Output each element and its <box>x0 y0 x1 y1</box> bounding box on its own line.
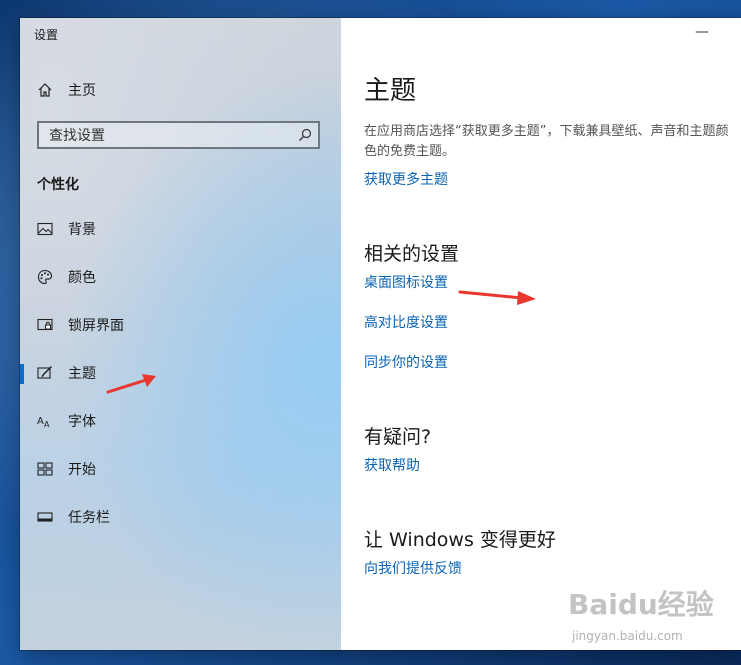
search-input[interactable]: 查找设置 <box>37 121 320 149</box>
give-feedback-link[interactable]: 向我们提供反馈 <box>364 558 462 578</box>
palette-icon <box>36 268 54 286</box>
sidebar-item-home[interactable]: 主页 <box>20 76 341 104</box>
sidebar-item-label: 背景 <box>68 222 96 238</box>
sidebar-item-taskbar[interactable]: 任务栏 <box>20 500 341 534</box>
main-content: — 主题 在应用商店选择“获取更多主题”，下载兼具壁纸、声音和主题颜色的免费主题… <box>341 18 741 650</box>
sidebar: 设置 主页 查找设置 个性化 背景 颜色 锁屏界面 主题 A A 字体 开始 任… <box>20 18 341 650</box>
sidebar-item-lock-screen[interactable]: 锁屏界面 <box>20 308 341 342</box>
sidebar-item-fonts[interactable]: AA 字体 <box>20 404 341 438</box>
start-tiles-icon <box>36 460 54 478</box>
sidebar-item-label: 字体 <box>68 414 96 430</box>
picture-icon <box>36 220 54 238</box>
high-contrast-settings-link[interactable]: 高对比度设置 <box>364 312 448 332</box>
watermark-brand: Baidu经验 <box>568 588 714 621</box>
sidebar-item-themes[interactable]: 主题 <box>20 356 341 390</box>
get-more-themes-link[interactable]: 获取更多主题 <box>364 169 448 189</box>
sidebar-item-label: 主题 <box>68 366 96 382</box>
section-title: 个性化 <box>37 177 79 193</box>
search-icon[interactable] <box>292 123 318 147</box>
sidebar-item-label: 开始 <box>68 462 96 478</box>
annotation-arrow-theme <box>106 374 156 394</box>
sidebar-item-label: 锁屏界面 <box>68 318 124 334</box>
get-help-link[interactable]: 获取帮助 <box>364 455 420 475</box>
help-heading: 有疑问? <box>364 426 432 448</box>
search-placeholder: 查找设置 <box>49 128 105 144</box>
sidebar-item-label: 颜色 <box>68 270 96 286</box>
baidu-watermark: Baidu经验 jingyan.baidu.com <box>548 583 738 655</box>
lock-screen-icon <box>36 316 54 334</box>
sidebar-item-background[interactable]: 背景 <box>20 212 341 246</box>
taskbar-icon <box>36 508 54 526</box>
sidebar-item-label: 主页 <box>68 83 96 99</box>
svg-text:A: A <box>37 416 44 427</box>
svg-text:A: A <box>44 420 50 428</box>
font-icon: AA <box>36 412 54 430</box>
related-settings-heading: 相关的设置 <box>364 243 460 265</box>
watermark-url: jingyan.baidu.com <box>572 629 683 643</box>
sidebar-item-start[interactable]: 开始 <box>20 452 341 486</box>
theme-brush-icon <box>36 364 54 382</box>
sidebar-item-colors[interactable]: 颜色 <box>20 260 341 294</box>
desktop-icon-settings-link[interactable]: 桌面图标设置 <box>364 272 448 292</box>
annotation-arrow-desktop-icons <box>458 290 536 305</box>
settings-window: 设置 主页 查找设置 个性化 背景 颜色 锁屏界面 主题 A A 字体 开始 任… <box>20 18 741 650</box>
feedback-heading: 让 Windows 变得更好 <box>364 529 556 551</box>
sync-settings-link[interactable]: 同步你的设置 <box>364 352 448 372</box>
home-icon <box>36 81 54 99</box>
minimize-button[interactable]: — <box>687 20 717 44</box>
window-title: 设置 <box>34 28 59 42</box>
page-title: 主题 <box>364 76 417 106</box>
theme-description: 在应用商店选择“获取更多主题”，下载兼具壁纸、声音和主题颜色的免费主题。 <box>364 124 729 159</box>
sidebar-item-label: 任务栏 <box>68 510 110 526</box>
